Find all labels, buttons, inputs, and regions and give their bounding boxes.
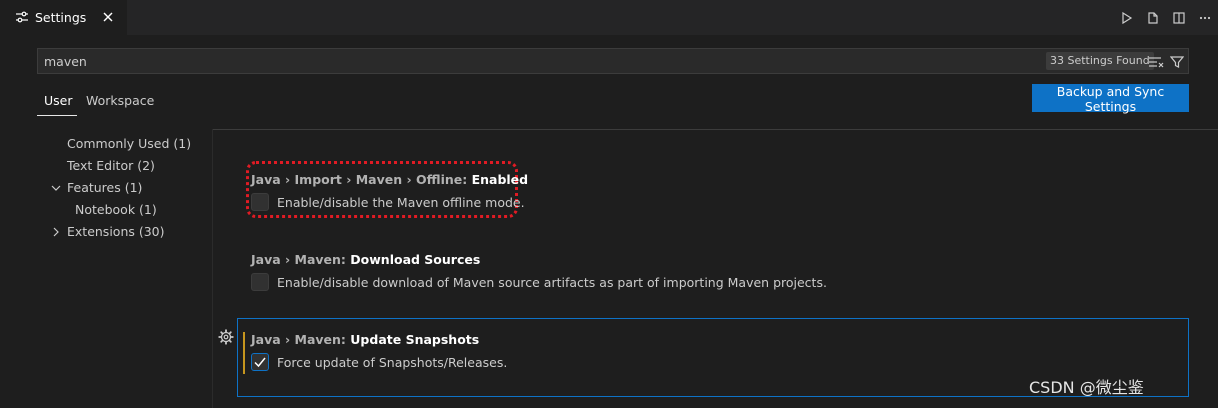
update-snapshots-checkbox[interactable] — [251, 353, 269, 371]
gear-icon[interactable] — [218, 329, 234, 345]
setting-title-offline-enabled: Java › Import › Maven › Offline: Enabled — [251, 172, 528, 187]
setting-description: Force update of Snapshots/Releases. — [277, 355, 508, 370]
setting-key: Update Snapshots — [350, 332, 480, 347]
toc-divider — [212, 129, 213, 408]
editor-actions — [1114, 0, 1218, 35]
tab-user-scope[interactable]: User — [37, 90, 77, 116]
setting-key: Download Sources — [350, 252, 481, 267]
close-icon[interactable] — [99, 8, 117, 26]
setting-category: Java › Import › Maven › Offline: — [251, 172, 472, 187]
chevron-right-icon[interactable] — [50, 226, 62, 238]
toc-item-features[interactable]: Features (1) — [67, 180, 142, 195]
settings-search-box: 33 Settings Found — [37, 48, 1189, 74]
split-editor-icon[interactable] — [1166, 5, 1192, 31]
check-icon — [254, 357, 266, 368]
settings-search-input[interactable] — [44, 49, 1034, 73]
toc-item-notebook[interactable]: Notebook (1) — [75, 202, 157, 217]
offline-enabled-checkbox[interactable] — [251, 193, 269, 211]
setting-title-update-snapshots: Java › Maven: Update Snapshots — [251, 332, 479, 347]
setting-description: Enable/disable the Maven offline mode. — [277, 195, 525, 210]
watermark: CSDN @微尘鉴 — [1029, 378, 1144, 397]
toc-item-extensions[interactable]: Extensions (30) — [67, 224, 165, 239]
filter-icon[interactable] — [1167, 52, 1187, 72]
tab-workspace-scope[interactable]: Workspace — [86, 90, 154, 116]
tab-label: Settings — [35, 10, 87, 25]
results-count-badge: 33 Settings Found — [1046, 52, 1154, 70]
backup-and-sync-button[interactable]: Backup and Sync Settings — [1032, 84, 1189, 114]
header-divider — [213, 129, 1218, 130]
clear-filter-icon[interactable] — [1146, 52, 1166, 72]
setting-title-download-sources: Java › Maven: Download Sources — [251, 252, 480, 267]
tab-bar: Settings — [0, 0, 1218, 35]
setting-description: Enable/disable download of Maven source … — [277, 275, 827, 290]
modified-indicator — [243, 332, 245, 374]
chevron-down-icon[interactable] — [50, 182, 62, 194]
setting-key: Enabled — [471, 172, 529, 187]
toc-item-text-editor[interactable]: Text Editor (2) — [67, 158, 155, 173]
more-actions-icon[interactable] — [1192, 5, 1218, 31]
run-icon[interactable] — [1114, 5, 1140, 31]
open-json-icon[interactable] — [1140, 5, 1166, 31]
toc-item-commonly-used[interactable]: Commonly Used (1) — [67, 136, 191, 151]
tab-settings[interactable]: Settings — [0, 0, 127, 35]
settings-sliders-icon — [16, 11, 28, 23]
setting-category: Java › Maven: — [251, 332, 351, 347]
download-sources-checkbox[interactable] — [251, 273, 269, 291]
setting-category: Java › Maven: — [251, 252, 351, 267]
